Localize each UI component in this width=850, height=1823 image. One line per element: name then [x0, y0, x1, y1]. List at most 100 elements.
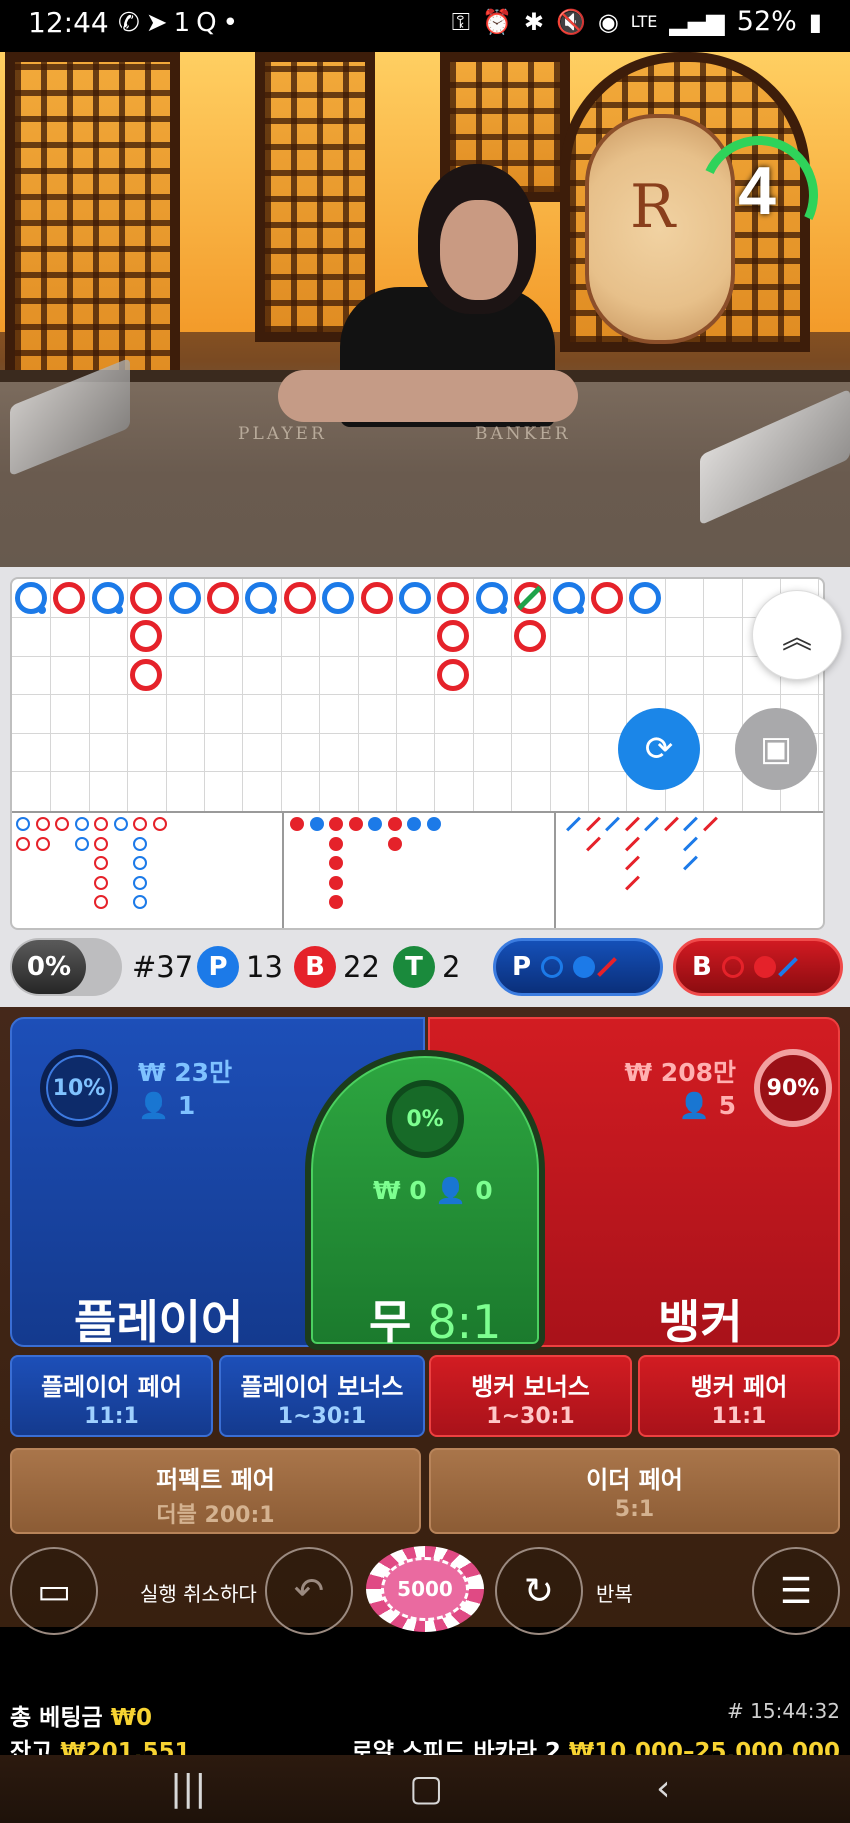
- predict-player-letter: P: [512, 952, 532, 982]
- player-bonus-bet[interactable]: 플레이어 보너스 1~30:1: [219, 1355, 425, 1437]
- banker-ring: [130, 658, 163, 691]
- banker-ring: [283, 582, 316, 614]
- expand-scoreboard-button[interactable]: ︽: [752, 590, 842, 680]
- chip-value: 5000: [381, 1557, 469, 1621]
- side-bet-title: 퍼펙트 페어: [156, 1466, 275, 1494]
- menu-button[interactable]: ☰: [752, 1547, 840, 1635]
- undo-icon: ↶: [293, 1570, 325, 1612]
- key-icon: ⚿: [451, 7, 470, 36]
- repeat-icon: ↻: [523, 1570, 555, 1612]
- win-percent-toggle[interactable]: 0%: [10, 938, 122, 996]
- banker-percent: 90%: [766, 1075, 820, 1101]
- player-percent-gauge: 10%: [40, 1049, 118, 1127]
- scoreboard[interactable]: [10, 577, 825, 930]
- predict-line-icon: [777, 957, 798, 977]
- player-pair-bet[interactable]: 플레이어 페어 11:1: [10, 1355, 213, 1437]
- live-video: R PLAYER BANKER 4: [0, 52, 850, 567]
- player-users: 👤 1: [138, 1091, 196, 1120]
- lte-icon: LTE: [630, 12, 658, 31]
- tie-bet-spot[interactable]: 0% ₩ 0 👤 0 무 8:1: [305, 1050, 545, 1350]
- banker-bonus-bet[interactable]: 뱅커 보너스 1~30:1: [429, 1355, 632, 1437]
- table-banker-label: BANKER: [475, 424, 571, 444]
- recents-icon[interactable]: |||: [170, 1768, 206, 1809]
- pair-dot: [268, 606, 277, 614]
- repeat-button[interactable]: ↻: [495, 1547, 583, 1635]
- replay-icon: ⟳: [644, 729, 674, 769]
- player-label: 플레이어: [74, 1295, 244, 1349]
- player-ring: [399, 582, 431, 614]
- view-toggle-button[interactable]: ▣: [735, 708, 817, 790]
- side-bet-title: 뱅커 페어: [690, 1373, 788, 1401]
- side-bet-odds: 11:1: [711, 1404, 767, 1429]
- side-bet-odds: 11:1: [84, 1404, 139, 1429]
- banker-percent-gauge: 90%: [754, 1049, 832, 1127]
- side-bet-title: 플레이어 보너스: [240, 1373, 404, 1401]
- undo-button[interactable]: ↶: [265, 1547, 353, 1635]
- banker-label: 뱅커: [658, 1295, 743, 1349]
- chat-button[interactable]: ▭: [10, 1547, 98, 1635]
- banker-ring: [514, 620, 547, 653]
- predict-ring-icon: [721, 956, 744, 978]
- predict-dot-icon: [573, 956, 596, 978]
- tie-count: 2: [442, 950, 461, 984]
- banker-ring: [360, 582, 393, 614]
- game-time: # 15:44:32: [727, 1699, 840, 1723]
- back-icon[interactable]: ‹: [656, 1768, 670, 1809]
- battery-icon: ▮: [808, 7, 822, 36]
- side-bet-title: 이더 페어: [586, 1466, 683, 1494]
- status-bar: 12:44 ✆➤1Q• ⚿ ⏰ ✱ 🔇 ◉ LTE ▂▄▆ 52% ▮: [0, 0, 850, 52]
- total-bet-value: ₩0: [110, 1705, 153, 1731]
- derived-roads: [12, 811, 823, 928]
- player-count-icon: P: [197, 946, 239, 988]
- logo-letter: R: [630, 172, 676, 242]
- replay-button[interactable]: ⟳: [618, 708, 700, 790]
- banker-pair-bet[interactable]: 뱅커 페어 11:1: [638, 1355, 840, 1437]
- pair-dot: [575, 606, 584, 614]
- banker-ring: [591, 582, 623, 614]
- player-bet-amount: ₩ 23만: [138, 1058, 233, 1087]
- banker-count: 22: [343, 950, 380, 984]
- banker-bet-amount: ₩ 208만: [624, 1058, 736, 1087]
- square-icon: ▣: [759, 729, 793, 769]
- battery-level: 52%: [736, 6, 797, 37]
- home-icon[interactable]: ▢: [409, 1768, 443, 1809]
- banker-ring: [53, 582, 86, 614]
- countdown-number: 4: [738, 153, 776, 229]
- perfect-pair-bet[interactable]: 퍼펙트 페어 더블 200:1: [10, 1448, 421, 1534]
- bluetooth-icon: ✱: [523, 7, 544, 36]
- status-time: 12:44: [28, 6, 109, 39]
- chip-selector[interactable]: 5000: [366, 1546, 484, 1632]
- predict-banker-letter: B: [692, 952, 712, 982]
- chat-icon: ▭: [36, 1570, 71, 1612]
- player-count: 13: [246, 950, 283, 984]
- either-pair-bet[interactable]: 이더 페어 5:1: [429, 1448, 840, 1534]
- total-bet-label: 총 베팅금: [10, 1705, 103, 1731]
- big-road: [12, 579, 823, 811]
- user-icon: 👤: [435, 1176, 467, 1205]
- tie-label: 무 8:1: [369, 1295, 502, 1349]
- side-bet-odds: 1~30:1: [277, 1404, 367, 1429]
- predict-line-icon: [597, 957, 617, 977]
- volte-icon: ✆: [118, 8, 146, 38]
- table-player-label: PLAYER: [238, 424, 327, 444]
- banker-users: 👤 5: [678, 1091, 736, 1120]
- player-ring: [168, 582, 201, 614]
- dot-icon: •: [222, 8, 244, 38]
- mute-icon: 🔇: [555, 7, 586, 36]
- pair-dot: [498, 606, 507, 614]
- banker-predict-button[interactable]: B: [673, 938, 843, 996]
- system-icons: ⚿ ⏰ ✱ 🔇 ◉ LTE ▂▄▆ 52% ▮: [452, 6, 822, 37]
- undo-label: 실행 취소하다: [140, 1582, 257, 1606]
- player-percent: 10%: [52, 1075, 106, 1101]
- player-predict-button[interactable]: P: [493, 938, 663, 996]
- hamburger-icon: ☰: [779, 1570, 813, 1612]
- player-ring: [629, 582, 662, 614]
- side-bet-title: 플레이어 페어: [41, 1373, 182, 1401]
- side-bet-odds: 5:1: [614, 1497, 655, 1522]
- round-number: #37: [132, 950, 194, 984]
- notification-icons: ✆➤1Q•: [118, 8, 244, 38]
- pair-dot: [38, 606, 46, 614]
- banker-ring: [130, 620, 163, 653]
- side-bet-odds: 1~30:1: [486, 1404, 575, 1429]
- 1q-icon: 1Q: [173, 8, 223, 38]
